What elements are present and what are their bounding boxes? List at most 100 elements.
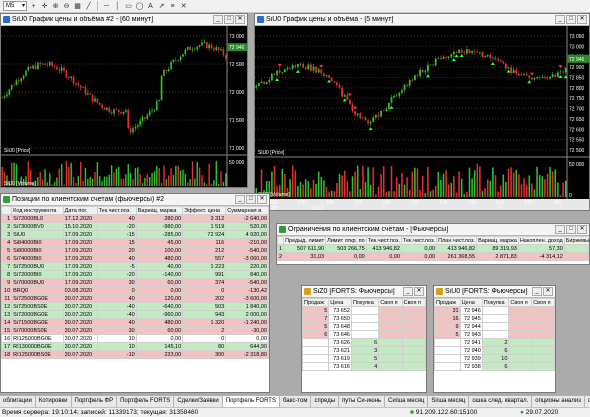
rect-icon[interactable]: ▭ — [124, 2, 133, 11]
orderbook-row[interactable]: 5 72 943 — [434, 330, 555, 339]
maximize-button[interactable]: □ — [246, 195, 256, 204]
tab-9[interactable]: Си/ша месяц — [385, 396, 429, 407]
ob1-table[interactable]: Продаж Цена Покупка Своя п Своя п 5 73 652 7 73 … — [302, 298, 426, 371]
table-row[interactable]: 1 Si72000BL0 17.12.2020 40 280,00 3 312 -2 640… — [1, 214, 269, 223]
tab-13[interactable]: опционы РТС — [585, 396, 590, 407]
positions-table[interactable]: Код инструмента Дата пог. Тек.чист.поз. Вар… — [1, 206, 269, 359]
tab-7[interactable]: спреды — [311, 396, 340, 407]
add-icon[interactable]: + — [29, 2, 38, 11]
orderbook-row[interactable]: 72 940 6 — [434, 346, 555, 355]
zoom-out-icon[interactable]: ⊖ — [62, 2, 71, 11]
table-cell: 17.09.2020 — [62, 270, 98, 279]
table-row[interactable]: 4 Si84000BI0 17.09.2020 15 45,00 116 -210,00 — [1, 238, 269, 247]
hline-icon[interactable]: ─ — [102, 2, 111, 11]
tab-0[interactable]: облигации — [0, 396, 36, 407]
orderbook-row[interactable]: 73 619 5 — [302, 354, 426, 363]
table-row[interactable]: 11 Si72500BG0E 30.07.2020 40 120,00 202 -3 600… — [1, 294, 269, 303]
table-row[interactable]: 18 RI125000BS0E 30.07.2020 -10 233,00 300 -2 3… — [1, 350, 269, 359]
table-row[interactable]: 7 Si72500BU0 17.09.2020 -5 40,00 1 223 220,00 — [1, 262, 269, 271]
table-row[interactable]: 5 Si80000BI0 17.09.2020 20 100,00 212 -540,00 — [1, 246, 269, 255]
orderbook-row[interactable]: 73 621 3 — [302, 346, 426, 355]
table-row[interactable]: 12 Si72500BS0E 30.07.2020 -40 -640,00 503 1 84… — [1, 302, 269, 311]
maximize-button[interactable]: □ — [566, 15, 576, 24]
close-button[interactable]: ✕ — [543, 287, 553, 296]
table-row[interactable]: 13 Si72000BG0E 30.07.2020 -40 -960,00 943 2 00… — [1, 310, 269, 319]
table-row[interactable]: 1 507 611,90 503 266,75 413 946,82 0,00 413 9… — [277, 244, 589, 253]
table-row[interactable]: 9 Si70000BU0 17.09.2020 30 60,00 374 -540,00 — [1, 278, 269, 287]
crosshair-icon[interactable]: ✛ — [40, 2, 49, 11]
zoom-in-icon[interactable]: ⊕ — [51, 2, 60, 11]
close-button[interactable]: ✕ — [577, 15, 587, 24]
minimize-button[interactable]: _ — [555, 225, 565, 234]
minimize-button[interactable]: _ — [555, 15, 565, 24]
close-button[interactable]: ✕ — [414, 287, 424, 296]
interval-select[interactable]: M5 — [3, 1, 27, 11]
candle-body — [86, 93, 89, 95]
minimize-button[interactable]: _ — [403, 287, 413, 296]
candle-body — [222, 49, 225, 56]
chart1-area[interactable]: 73 000 72 500 72 000 71 500 71 000 72 946 SiU0… — [1, 26, 247, 187]
minimize-button[interactable]: _ — [532, 287, 542, 296]
trend-line-icon[interactable]: ╱ — [84, 2, 93, 11]
volume-bar — [349, 191, 351, 197]
table-row[interactable]: 14 Si71500BG0E 30.07.2020 40 480,00 1 320 -1 2… — [1, 318, 269, 327]
ob1-titlebar[interactable]: SiZ0 [FORTS: Фьючерсы] _ ✕ — [302, 286, 426, 298]
orderbook-row[interactable]: 6 73 646 — [302, 330, 426, 339]
tab-3[interactable]: Портфель FORTS — [117, 396, 175, 407]
tab-6[interactable]: бакс-том — [280, 396, 312, 407]
orderbook-row[interactable]: 73 626 6 — [302, 338, 426, 347]
table-row[interactable]: 15 Si70000BS0E 30.07.2020 30 60,00 2 -30,00 — [1, 326, 269, 335]
chart2-titlebar[interactable]: SiU0 График цены и объёма - [5 минут] _ □… — [255, 14, 589, 26]
tab-5[interactable]: Портфель FORTS — [222, 396, 280, 407]
vline-icon[interactable]: │ — [113, 2, 122, 11]
fibo-icon[interactable]: ≡ — [168, 2, 177, 11]
tab-2[interactable]: Портфель ФР — [72, 396, 118, 407]
orderbook-row[interactable]: 7 73 650 — [302, 314, 426, 323]
tab-4[interactable]: Сделки/Заявки — [174, 396, 223, 407]
chart2-svg[interactable]: 73 05073 00072 95072 90072 85072 80072 7… — [255, 26, 589, 211]
orderbook-row[interactable]: 5 73 648 — [302, 322, 426, 331]
orderbook-row[interactable]: 72 938 6 — [434, 362, 555, 371]
table-row[interactable]: 2 Si73000BV0 15.10.2020 -20 -980,00 1 519 520,… — [1, 222, 269, 231]
close-button[interactable]: ✕ — [257, 195, 267, 204]
limits-titlebar[interactable]: Ограничения по клиентским счетам - [Фьюч… — [277, 224, 589, 236]
orderbook-row[interactable]: 73 616 4 — [302, 362, 426, 371]
table-row[interactable]: 6 Si74000BI0 17.09.2020 40 480,00 557 -3 060,0… — [1, 254, 269, 263]
table-row[interactable]: 17 RI130000BG0E 30.07.2020 10 145,10 80 644,90 — [1, 342, 269, 351]
orderbook-row[interactable]: 9 72 944 — [434, 322, 555, 331]
orderbook-row[interactable]: 5 73 652 — [302, 306, 426, 315]
positions-titlebar[interactable]: Позиции по клиентским счетам (фьючерсы) … — [1, 194, 269, 206]
limits-table[interactable]: Предыд. лимит Лимит откр. по Тек.чист.поз.… — [277, 236, 589, 261]
chart1-titlebar[interactable]: SiU0 График цены и объёма #2 - [60 минут… — [1, 14, 247, 26]
orderbook-row[interactable]: 31 72 946 — [434, 306, 555, 315]
orderbook-row[interactable]: 72 939 10 — [434, 354, 555, 363]
chart2-area[interactable]: 73 05073 00072 95072 90072 85072 80072 7… — [255, 26, 589, 210]
table-row[interactable]: 3 SiU0 17.09.2020 -15 -285,00 72 924 4 920,00 — [1, 230, 269, 239]
ob2-titlebar[interactable]: SiU0 [FORTS: Фьючерсы] _ ✕ — [434, 286, 555, 298]
minimize-button[interactable]: _ — [235, 195, 245, 204]
column-header: Вариац. маржа — [135, 206, 184, 215]
close-button[interactable]: ✕ — [577, 225, 587, 234]
maximize-button[interactable]: □ — [224, 15, 234, 24]
ellipse-icon[interactable]: ◯ — [135, 2, 144, 11]
tab-10[interactable]: Si/ша месяц — [428, 396, 470, 407]
arrow-icon[interactable]: ↗ — [157, 2, 166, 11]
tab-1[interactable]: Котировки — [36, 396, 72, 407]
tab-12[interactable]: опционы анализ — [532, 396, 585, 407]
ob2-table[interactable]: Продаж Цена Покупка Своя п Своя п 31 72 946 16 7… — [434, 298, 555, 371]
orderbook-row[interactable]: 16 72 945 — [434, 314, 555, 323]
tab-8[interactable]: путы Си-июнь — [339, 396, 386, 407]
table-row[interactable]: 2 31,03 0,00 0,00 0,00 261 368,55 2 871,83 -4 3… — [277, 252, 589, 261]
close-button[interactable]: ✕ — [235, 15, 245, 24]
table-row[interactable]: 16 RI125000BG0E 30.07.2020 10 0,00 0 0,00 — [1, 334, 269, 343]
text-icon[interactable]: A — [146, 2, 155, 11]
minimize-button[interactable]: _ — [213, 15, 223, 24]
table-row[interactable]: 10 BRQ0 03.08.2020 0 0,00 0 -130,42 — [1, 286, 269, 295]
delete-icon[interactable]: ✕ — [179, 2, 188, 11]
orderbook-row[interactable]: 72 941 2 — [434, 338, 555, 347]
table-row[interactable]: 8 Si72000BI0 17.09.2020 -20 -140,00 991 840,00 — [1, 270, 269, 279]
chart1-svg[interactable]: 73 000 72 500 72 000 71 500 71 000 72 946 SiU0… — [1, 26, 247, 188]
grid-icon[interactable]: ▦ — [73, 2, 82, 11]
maximize-button[interactable]: □ — [566, 225, 576, 234]
tab-11[interactable]: ошка след. квартал. — [469, 396, 533, 407]
